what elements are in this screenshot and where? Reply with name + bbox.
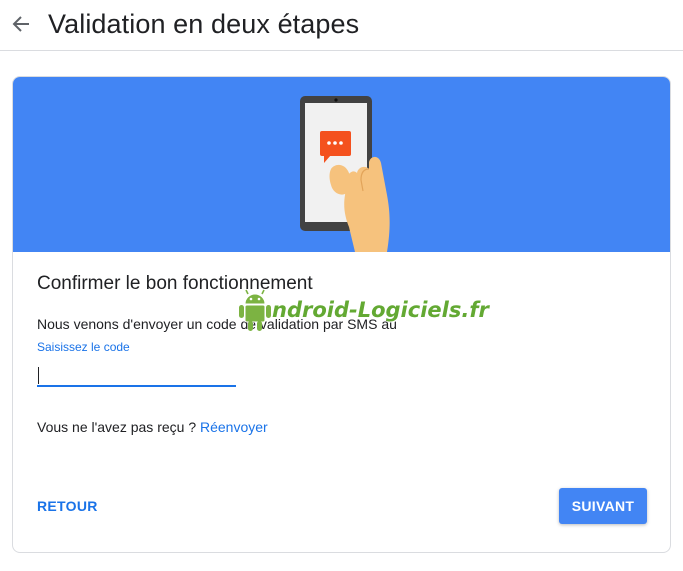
watermark: ndroid-Logiciels.fr <box>238 285 489 335</box>
code-input[interactable] <box>37 363 236 387</box>
next-button[interactable]: SUIVANT <box>559 488 647 524</box>
illustration-banner <box>13 77 670 252</box>
code-field-label: Saisissez le code <box>37 340 130 354</box>
arrow-left-icon <box>12 16 29 32</box>
resend-line: Vous ne l'avez pas reçu ? Réenvoyer <box>37 417 268 437</box>
watermark-text: ndroid-Logiciels.fr <box>272 298 489 322</box>
phone-sms-illustration <box>300 96 390 252</box>
back-button[interactable] <box>6 9 36 39</box>
android-robot-icon <box>239 289 271 331</box>
resend-prompt: Vous ne l'avez pas reçu ? <box>37 419 197 435</box>
resend-link[interactable]: Réenvoyer <box>200 419 268 435</box>
page-title: Validation en deux étapes <box>48 9 360 39</box>
back-text-button[interactable]: RETOUR <box>25 488 110 524</box>
text-caret <box>38 367 39 384</box>
app-header: Validation en deux étapes <box>0 0 683 51</box>
